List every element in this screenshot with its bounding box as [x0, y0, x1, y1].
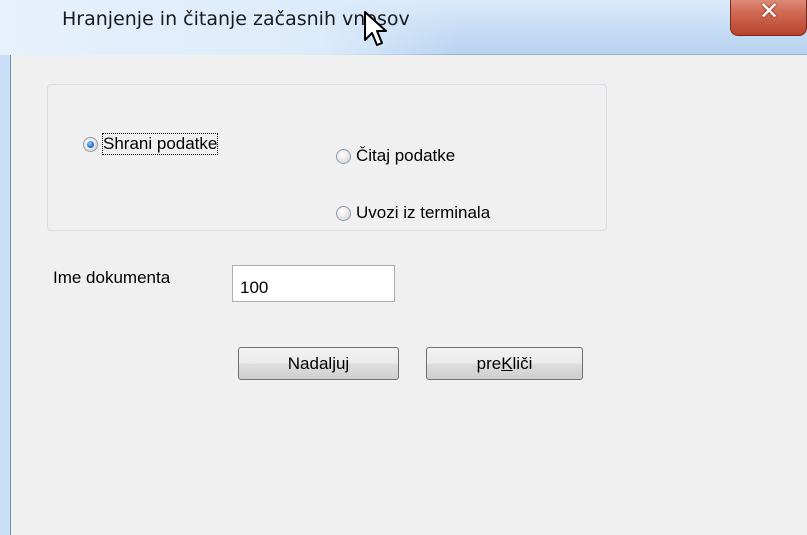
window-title: Hranjenje in čitanje začasnih vnosov	[62, 8, 410, 30]
document-name-input[interactable]	[232, 265, 395, 302]
radio-read-data-label: Čitaj podatke	[356, 146, 456, 165]
dialog-window: Hranjenje in čitanje začasnih vnosov ✕ S…	[0, 0, 807, 535]
radio-checked-icon	[83, 136, 98, 152]
mouse-pointer-icon	[364, 11, 387, 46]
radio-save-data[interactable]: Shrani podatke	[83, 133, 219, 155]
close-button[interactable]: ✕	[730, 0, 807, 36]
continue-button[interactable]: Nadaljuj	[238, 347, 399, 380]
continue-button-label: Nadaljuj	[287, 353, 350, 373]
radio-unchecked-icon	[336, 205, 351, 221]
radio-unchecked-icon	[336, 148, 351, 164]
cancel-button-label: preKliči	[476, 353, 533, 373]
title-bar[interactable]: Hranjenje in čitanje začasnih vnosov ✕	[0, 0, 807, 55]
radio-import-terminal[interactable]: Uvozi iz terminala	[336, 203, 490, 223]
radio-import-terminal-label: Uvozi iz terminala	[356, 203, 491, 222]
window-left-frame	[0, 55, 11, 535]
mode-group-box	[47, 84, 607, 231]
cancel-button[interactable]: preKliči	[426, 347, 583, 380]
document-name-label: Ime dokumenta	[53, 268, 171, 287]
radio-save-data-label: Shrani podatke	[101, 133, 219, 155]
radio-read-data[interactable]: Čitaj podatke	[336, 146, 455, 166]
close-icon: ✕	[759, 0, 780, 25]
